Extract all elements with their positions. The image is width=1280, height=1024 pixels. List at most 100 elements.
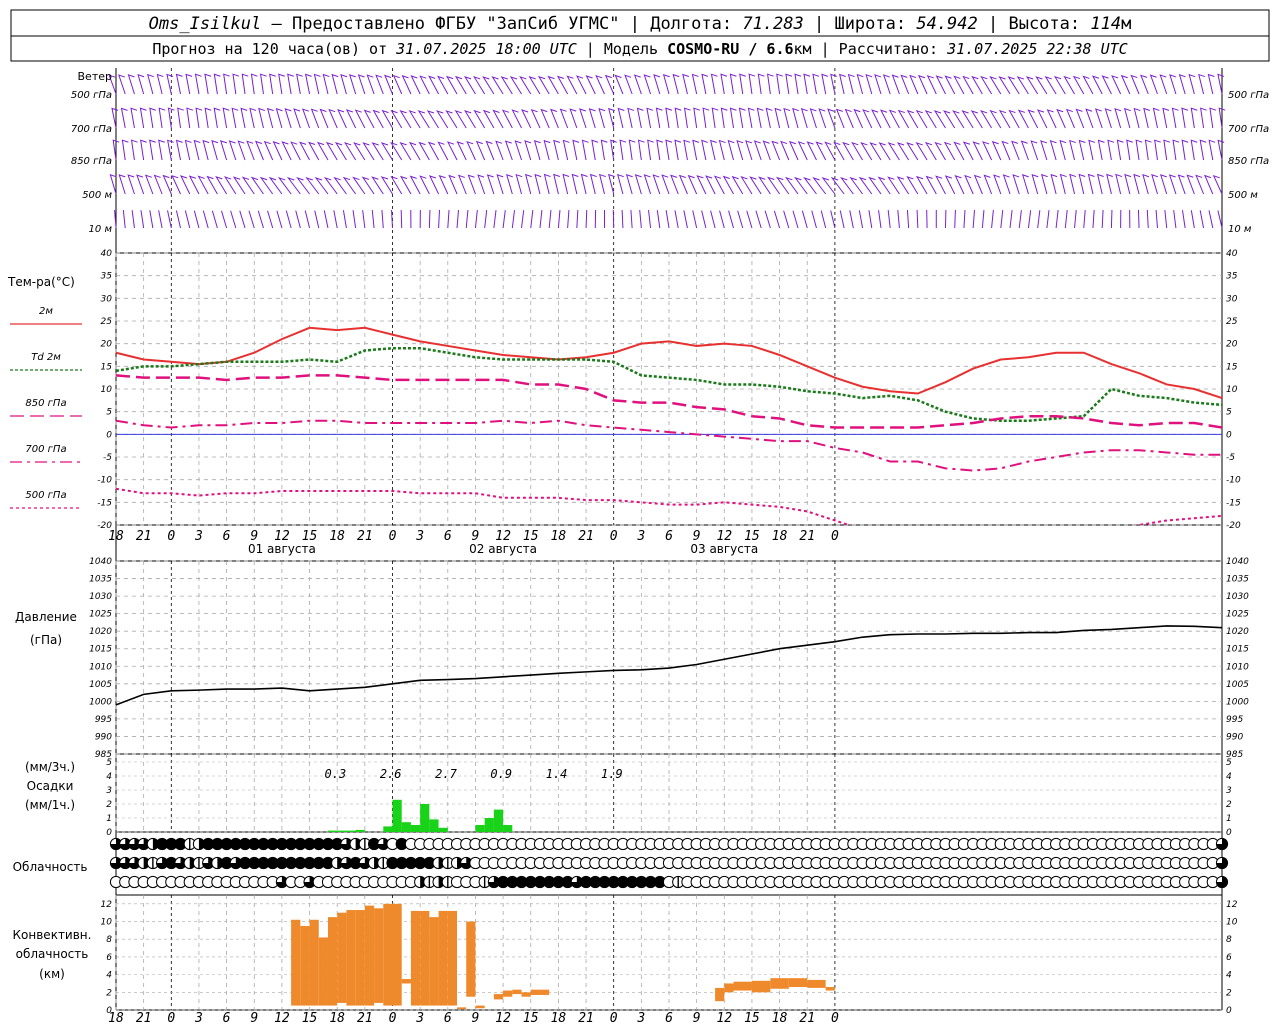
wind-barb (1000, 210, 1004, 229)
wind-barb (1190, 210, 1195, 229)
wind-barb (963, 210, 966, 229)
time-tick-label: 3 (636, 529, 645, 544)
wind-barb (186, 107, 194, 129)
wind-barb (665, 210, 670, 229)
time-tick-label: 6 (665, 529, 673, 544)
wind-barb (296, 177, 310, 195)
wind-barb (844, 108, 854, 129)
wind-barb (314, 177, 329, 195)
wind-barb (1018, 210, 1022, 229)
temp-ytick-right: 20 (1226, 340, 1238, 350)
wind-barb (924, 141, 937, 161)
wind-barb (696, 175, 707, 195)
wind-barb (293, 108, 301, 129)
wind-barb (973, 174, 983, 195)
temp-ytick-right: 30 (1226, 294, 1238, 304)
wind-barb (428, 75, 440, 95)
wind-barb (1069, 173, 1077, 195)
temp-ytick: -20 (97, 521, 112, 531)
precip-bar (493, 809, 504, 832)
wind-barb (598, 107, 606, 129)
wind-barb (755, 210, 762, 229)
wind-barb (1111, 75, 1122, 95)
temp-ytick-right: -15 (1226, 498, 1241, 508)
wind-barb (323, 176, 338, 195)
wind-barb (438, 174, 449, 195)
conv-bar (825, 987, 835, 991)
forecast-label: Прогноз на 120 часа(ов) от (152, 40, 396, 58)
wind-barb (944, 75, 956, 95)
wind-barb (909, 74, 919, 95)
wind-barb (785, 176, 799, 195)
wind-barb (661, 174, 670, 195)
wind-barb (530, 108, 541, 129)
pressure-ytick: 1025 (89, 610, 112, 620)
time-tick-label: 3 (194, 529, 203, 544)
wind-barb (140, 139, 147, 161)
wind-barb (543, 173, 551, 195)
wind-barb (111, 107, 119, 129)
wind-barb (1172, 139, 1180, 161)
wind-barb (1031, 173, 1039, 195)
wind-barb (381, 109, 393, 129)
precip-bar (429, 819, 439, 832)
forecast-start: 31.07.2025 18:00 UTC (395, 40, 577, 58)
wind-barb (399, 109, 412, 129)
time-tick-label: 6 (444, 1011, 452, 1024)
wind-barb (466, 140, 476, 161)
wind-barb (729, 107, 737, 129)
wind-barb (1021, 174, 1029, 195)
wind-barb (1035, 76, 1048, 95)
wind-barb (384, 74, 393, 95)
wind-barb (1087, 173, 1095, 195)
wind-barb (647, 139, 654, 161)
wind-barb (774, 107, 782, 129)
wind-barb (390, 175, 403, 195)
wind-level-label: 500 гПа (71, 90, 112, 101)
wind-barb (1149, 74, 1158, 95)
lat-value: 54.942 (916, 14, 977, 34)
wind-barb (362, 210, 366, 229)
wind-barb (1078, 139, 1086, 161)
wind-barb (269, 73, 276, 95)
conv-bar (447, 910, 458, 1006)
wind-barb (614, 74, 624, 95)
wind-barb (1199, 139, 1207, 161)
wind-barb (869, 142, 882, 161)
wind-barb (1190, 139, 1198, 161)
wind-barb (534, 173, 542, 195)
day-label: 02 августа (469, 542, 537, 556)
wind-barb (569, 108, 578, 129)
wind-barb (1020, 140, 1029, 161)
wind-barb (521, 109, 532, 129)
precip-ytick-right: 2 (1226, 800, 1232, 810)
conv-bar (392, 903, 402, 1006)
wind-barb (1186, 174, 1195, 195)
wind-barb (352, 210, 357, 229)
time-tick-label: 0 (167, 1011, 175, 1024)
wind-barb (757, 73, 765, 95)
conv-bar (503, 990, 513, 997)
wind-barb (147, 73, 154, 95)
precip-ytick: 5 (106, 758, 112, 768)
precip-ytick-right: 3 (1226, 786, 1232, 796)
temp-ytick: 20 (101, 340, 113, 350)
conv-ytick-right: 6 (1226, 953, 1232, 963)
wind-barb (849, 210, 854, 229)
wind-barb (1049, 140, 1057, 161)
wind-barb (683, 210, 688, 229)
time-tick-label: 18 (108, 529, 124, 544)
lon-label: Долгота: (650, 14, 742, 34)
conv-bar (493, 994, 504, 1000)
wind-barb (557, 210, 561, 229)
wind-barb (500, 76, 513, 95)
wind-barb (887, 210, 891, 229)
wind-barb (267, 210, 274, 229)
wind-barb (1140, 74, 1149, 95)
wind-barb (1007, 76, 1020, 95)
wind-barb (537, 75, 550, 95)
wind-barb (409, 175, 421, 195)
time-tick-label: 18 (772, 1011, 788, 1024)
provider-text: – Предоставлено ФГБУ "ЗапСиб УГМС" | (261, 14, 650, 34)
wind-barb (943, 141, 956, 161)
